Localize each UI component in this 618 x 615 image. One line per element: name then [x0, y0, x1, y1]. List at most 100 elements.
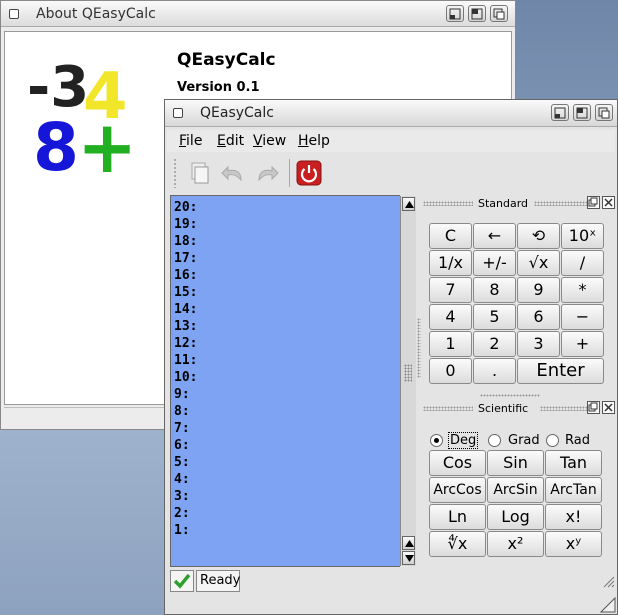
- dock-close-button[interactable]: [602, 196, 615, 209]
- about-window-title: About QEasyCalc: [36, 6, 156, 22]
- key-ln[interactable]: Ln: [429, 504, 486, 530]
- key-5[interactable]: 5: [473, 304, 516, 330]
- status-check-icon: [170, 570, 194, 592]
- size-grip-icon[interactable]: [601, 574, 615, 588]
- menu-view[interactable]: View: [253, 133, 286, 149]
- stack-row: 13:: [174, 319, 198, 334]
- dock-float-button[interactable]: [587, 401, 600, 414]
- copy-icon[interactable]: [185, 159, 213, 187]
- key-subtract[interactable]: −: [561, 304, 604, 330]
- key-swap[interactable]: ⟲: [517, 223, 560, 249]
- power-icon[interactable]: [295, 159, 323, 187]
- close-button[interactable]: [595, 104, 613, 121]
- stack-row: 16:: [174, 268, 198, 283]
- key-8[interactable]: 8: [473, 277, 516, 303]
- stack-row: 19:: [174, 217, 198, 232]
- key-reciprocal[interactable]: 1/x: [429, 250, 472, 276]
- key-2[interactable]: 2: [473, 331, 516, 357]
- maximize-button[interactable]: [468, 5, 486, 22]
- stack-row: 3:: [174, 489, 190, 504]
- key-sin[interactable]: Sin: [487, 450, 544, 476]
- key-3[interactable]: 3: [517, 331, 560, 357]
- key-backspace[interactable]: ←: [473, 223, 516, 249]
- menu-help[interactable]: Help: [298, 133, 330, 149]
- main-titlebar[interactable]: QEasyCalc: [165, 100, 617, 127]
- stack-row: 17:: [174, 251, 198, 266]
- dock-float-button[interactable]: [587, 196, 600, 209]
- radio-grad[interactable]: [488, 434, 501, 447]
- scientific-title: Scientific: [476, 402, 531, 415]
- key-clear[interactable]: C: [429, 223, 472, 249]
- logo-eight: 8: [33, 109, 79, 176]
- key-factorial[interactable]: x!: [545, 504, 602, 530]
- dock-grip[interactable]: [534, 201, 587, 206]
- radio-rad[interactable]: [546, 434, 559, 447]
- radio-deg[interactable]: [430, 434, 443, 447]
- key-divide[interactable]: /: [561, 250, 604, 276]
- dock-close-button[interactable]: [602, 401, 615, 414]
- key-add[interactable]: +: [561, 331, 604, 357]
- dock-grip[interactable]: [423, 406, 473, 411]
- key-9[interactable]: 9: [517, 277, 560, 303]
- about-titlebar[interactable]: About QEasyCalc: [1, 1, 515, 27]
- close-button[interactable]: [490, 5, 508, 22]
- key-arccos[interactable]: ArcCos: [429, 477, 486, 503]
- key-pow10[interactable]: 10ˣ: [561, 223, 604, 249]
- scroll-up-button[interactable]: [402, 197, 415, 211]
- scientific-dock-header[interactable]: Scientific: [419, 401, 615, 417]
- key-4[interactable]: 4: [429, 304, 472, 330]
- key-tan[interactable]: Tan: [545, 450, 602, 476]
- maximize-button[interactable]: [573, 104, 591, 121]
- key-enter[interactable]: Enter: [517, 358, 604, 384]
- scroll-down-button[interactable]: [402, 551, 415, 565]
- dock-grip[interactable]: [540, 406, 587, 411]
- undo-icon[interactable]: [219, 159, 247, 187]
- status-text: Ready: [196, 570, 240, 592]
- key-7[interactable]: 7: [429, 277, 472, 303]
- toolbar-separator: [289, 159, 290, 187]
- key-6[interactable]: 6: [517, 304, 560, 330]
- main-window: QEasyCalc File Edit View Help 20: 19: 18…: [164, 99, 618, 615]
- redo-icon[interactable]: [253, 159, 281, 187]
- stack-row: 5:: [174, 455, 190, 470]
- key-negate[interactable]: +/-: [473, 250, 516, 276]
- stack-display: 20: 19: 18: 17: 16: 15: 14: 13: 12: 11: 10: 9: 8: 7: 6…: [170, 195, 416, 567]
- key-root[interactable]: ∜x: [429, 531, 486, 557]
- angle-mode-group: Deg Grad Rad: [429, 431, 609, 451]
- about-app-name: QEasyCalc: [177, 50, 276, 70]
- dock-grip[interactable]: [423, 201, 473, 206]
- radio-rad-label[interactable]: Rad: [565, 433, 590, 448]
- key-arcsin[interactable]: ArcSin: [487, 477, 544, 503]
- toolbar: [169, 156, 613, 190]
- standard-dock-header[interactable]: Standard: [419, 196, 615, 212]
- stack-list[interactable]: 20: 19: 18: 17: 16: 15: 14: 13: 12: 11: 10: 9: 8: 7: 6…: [171, 196, 400, 566]
- scroll-up-lower-button[interactable]: [402, 536, 415, 550]
- minimize-button[interactable]: [551, 104, 569, 121]
- toolbar-grip[interactable]: [173, 158, 177, 188]
- key-multiply[interactable]: *: [561, 277, 604, 303]
- radio-deg-label[interactable]: Deg: [448, 432, 479, 449]
- key-log[interactable]: Log: [487, 504, 544, 530]
- window-menu-icon[interactable]: [173, 108, 183, 118]
- key-decimal[interactable]: .: [473, 358, 516, 384]
- scroll-grip[interactable]: [404, 364, 412, 382]
- key-power[interactable]: xʸ: [545, 531, 602, 557]
- key-arctan[interactable]: ArcTan: [545, 477, 602, 503]
- key-0[interactable]: 0: [429, 358, 472, 384]
- resize-corner-icon[interactable]: [600, 597, 616, 613]
- key-1[interactable]: 1: [429, 331, 472, 357]
- about-version: Version 0.1: [177, 80, 260, 95]
- key-sqrt[interactable]: √x: [517, 250, 560, 276]
- radio-grad-label[interactable]: Grad: [508, 433, 540, 448]
- stack-row: 14:: [174, 302, 198, 317]
- key-cos[interactable]: Cos: [429, 450, 486, 476]
- minimize-button[interactable]: [446, 5, 464, 22]
- stack-row: 7:: [174, 421, 190, 436]
- menu-edit[interactable]: Edit: [217, 133, 244, 149]
- logo-plus: +: [77, 105, 137, 176]
- stack-scrollbar[interactable]: [400, 196, 416, 566]
- menu-file[interactable]: File: [179, 133, 202, 149]
- key-square[interactable]: x²: [487, 531, 544, 557]
- window-menu-icon[interactable]: [9, 9, 19, 19]
- splitter-grip[interactable]: [417, 318, 421, 378]
